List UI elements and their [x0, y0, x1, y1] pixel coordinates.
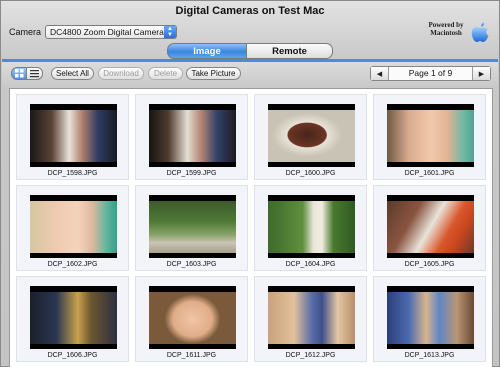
thumbnail-image — [30, 286, 117, 349]
next-page-button[interactable]: ▶ — [472, 67, 490, 80]
thumbnail-image — [268, 286, 355, 349]
delete-button[interactable]: Delete — [148, 67, 183, 80]
camera-select[interactable]: DC4800 Zoom Digital Camera ▲ ▼ — [45, 25, 178, 39]
thumbnail-item[interactable]: DCP_1606.JPG — [16, 276, 129, 362]
thumbnail-item[interactable]: DCP_1613.JPG — [373, 276, 486, 362]
powered-by-badge: Powered by Macintosh — [421, 21, 471, 37]
thumbnail-image — [30, 195, 117, 258]
camera-selector-row: Camera DC4800 Zoom Digital Camera ▲ ▼ — [9, 24, 178, 40]
thumbnail-item[interactable]: DCP_1598.JPG — [16, 94, 129, 180]
powered-by-product: Macintosh — [430, 29, 462, 37]
apple-logo-icon — [471, 22, 489, 42]
select-all-button[interactable]: Select All — [51, 67, 94, 80]
thumbnail-image — [387, 104, 474, 167]
thumbnail-filename: DCP_1606.JPG — [47, 352, 98, 359]
thumbnail-item[interactable]: DCP_1603.JPG — [135, 185, 248, 271]
window-title: Digital Cameras on Test Mac — [175, 5, 325, 17]
tab-image-browser[interactable]: Image Browser — [167, 43, 247, 72]
select-arrows-icon: ▲ ▼ — [164, 26, 177, 38]
thumbnail-filename: DCP_1611.JPG — [166, 352, 217, 359]
thumbnail-item[interactable]: DCP_1612.JPG — [254, 276, 367, 362]
pager: ◀ Page 1 of 9 ▶ — [370, 66, 491, 81]
page-indicator: Page 1 of 9 — [408, 68, 453, 78]
thumbnail-item[interactable]: DCP_1605.JPG — [373, 185, 486, 271]
list-view-button[interactable] — [27, 67, 43, 80]
previous-page-button[interactable]: ◀ — [371, 67, 389, 80]
tab-bar: Image Browser Remote Monitor — [167, 43, 333, 72]
list-view-icon — [30, 70, 39, 78]
image-browser-area[interactable]: DCP_1598.JPG DCP_1599.JPG DCP_1600.JPG D… — [9, 88, 493, 367]
thumbnail-filename: DCP_1598.JPG — [47, 170, 98, 177]
left-arrow-icon: ◀ — [376, 70, 383, 78]
thumbnail-filename: DCP_1599.JPG — [166, 170, 217, 177]
thumbnail-item[interactable]: DCP_1611.JPG — [135, 276, 248, 362]
thumbnail-item[interactable]: DCP_1604.JPG — [254, 185, 367, 271]
camera-select-value: DC4800 Zoom Digital Camera — [50, 27, 164, 37]
camera-label: Camera — [9, 27, 42, 37]
thumbnail-image — [149, 104, 236, 167]
take-picture-button[interactable]: Take Picture — [186, 67, 241, 80]
thumbnail-item[interactable]: DCP_1599.JPG — [135, 94, 248, 180]
view-toggle — [11, 67, 43, 80]
thumbnail-image — [149, 195, 236, 258]
thumbnail-filename: DCP_1604.JPG — [285, 261, 336, 268]
tab-remote-monitor[interactable]: Remote Monitor — [247, 43, 333, 72]
thumbnail-image — [268, 104, 355, 167]
thumbnail-image — [387, 286, 474, 349]
camera-window: Digital Cameras on Test Mac Camera DC480… — [0, 0, 500, 367]
thumbnail-filename: DCP_1605.JPG — [404, 261, 455, 268]
thumbnail-filename: DCP_1600.JPG — [285, 170, 336, 177]
thumbnail-image — [30, 104, 117, 167]
powered-by-text: Powered by — [428, 21, 464, 29]
thumbnail-filename: DCP_1601.JPG — [404, 170, 455, 177]
thumbnail-item[interactable]: DCP_1600.JPG — [254, 94, 367, 180]
grid-view-icon — [14, 69, 23, 78]
download-button[interactable]: Download — [98, 67, 144, 80]
thumbnail-image — [387, 195, 474, 258]
thumbnail-image — [149, 286, 236, 349]
thumbnail-filename: DCP_1602.JPG — [47, 261, 98, 268]
right-arrow-icon: ▶ — [478, 70, 485, 78]
thumbnail-filename: DCP_1612.JPG — [285, 352, 336, 359]
thumbnail-grid: DCP_1598.JPG DCP_1599.JPG DCP_1600.JPG D… — [16, 94, 488, 362]
icon-view-button[interactable] — [11, 67, 27, 80]
thumbnail-image — [268, 195, 355, 258]
thumbnail-item[interactable]: DCP_1602.JPG — [16, 185, 129, 271]
thumbnail-filename: DCP_1603.JPG — [166, 261, 217, 268]
thumbnail-filename: DCP_1613.JPG — [404, 352, 455, 359]
thumbnail-item[interactable]: DCP_1601.JPG — [373, 94, 486, 180]
